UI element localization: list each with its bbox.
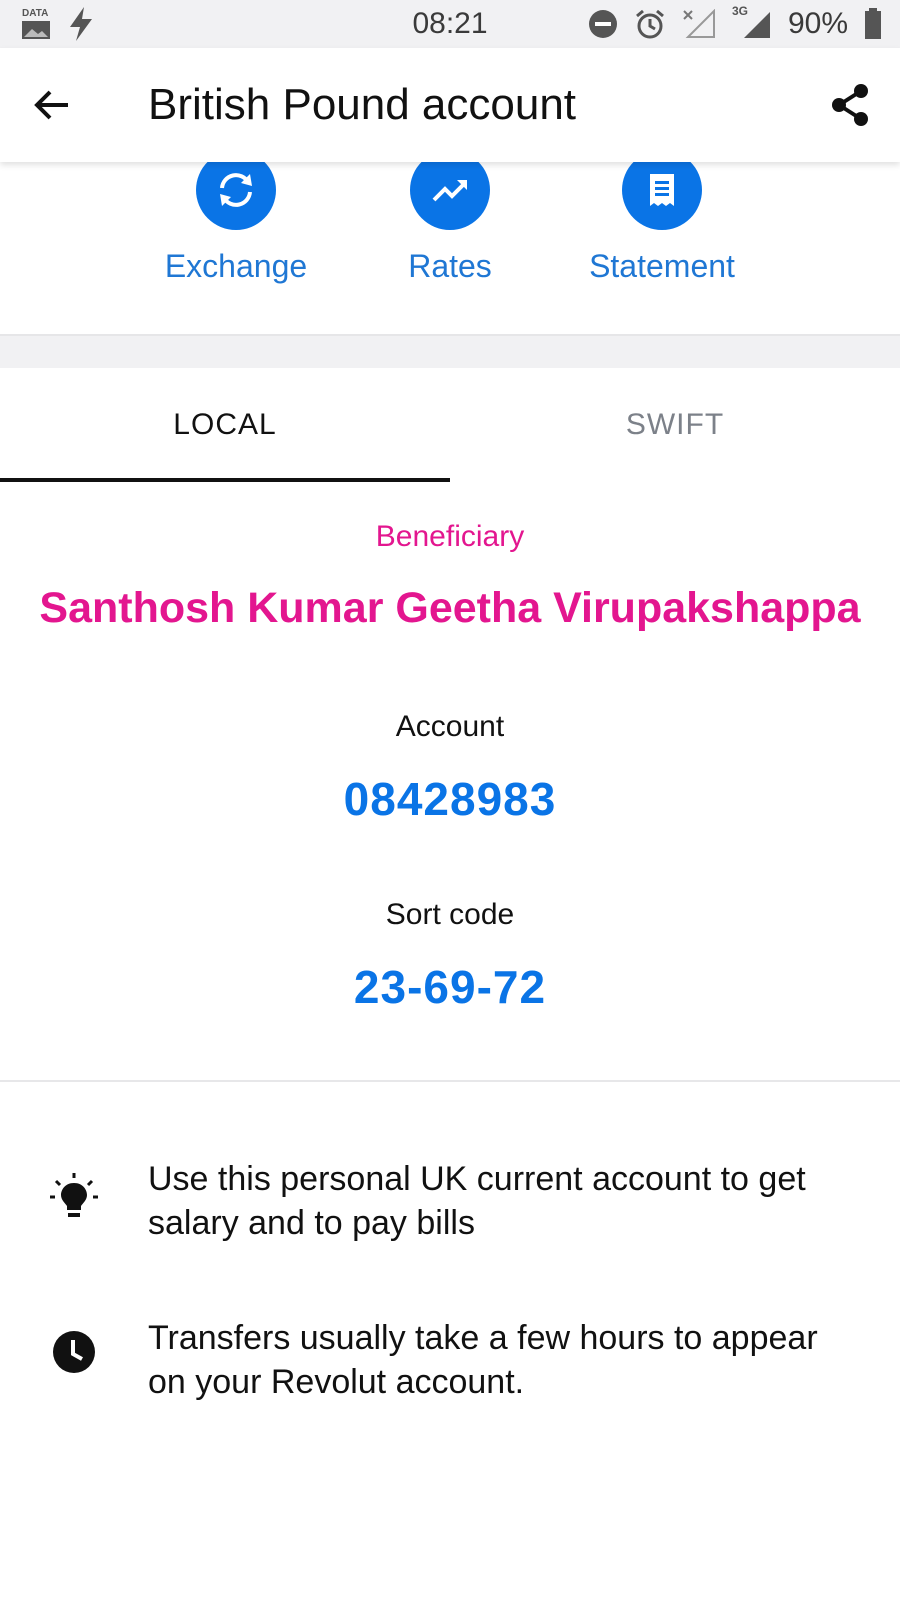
statement-icon: [650, 174, 674, 206]
section-separator: [0, 334, 900, 368]
exchange-circle: [196, 150, 276, 230]
signal-off-icon: [683, 9, 715, 38]
beneficiary-name[interactable]: Santhosh Kumar Geetha Virupakshappa: [0, 584, 900, 633]
dnd-icon: [588, 10, 617, 38]
sort-code-label: Sort code: [385, 898, 515, 931]
arrow-left-icon: [34, 90, 68, 120]
tab-swift[interactable]: SWIFT: [450, 368, 900, 482]
info-item: Transfers usually take a few hours to ap…: [0, 1316, 900, 1404]
page-title: British Pound account: [148, 80, 577, 129]
back-button[interactable]: [0, 48, 104, 162]
app-bar: British Pound account: [0, 48, 900, 162]
beneficiary-label: Beneficiary: [375, 520, 525, 553]
info-text: Transfers usually take a few hours to ap…: [148, 1319, 818, 1401]
rates-button[interactable]: Rates: [350, 150, 550, 285]
tab-local[interactable]: LOCAL: [0, 368, 450, 482]
status-bar: DATA 08:21 3G 90%: [0, 0, 900, 48]
battery-percent: 90%: [787, 7, 848, 40]
info-icon-wrap: [0, 1316, 148, 1374]
lightbulb-icon: [50, 1173, 98, 1217]
data-label: DATA: [22, 8, 49, 19]
clock-icon: [53, 1331, 95, 1373]
statement-circle: [622, 150, 702, 230]
tab-bar: LOCAL SWIFT: [0, 368, 900, 482]
trending-up-icon: [432, 180, 467, 202]
flash-icon: [70, 7, 92, 41]
data-indicator: DATA: [22, 9, 50, 39]
exchange-icon: [220, 173, 252, 207]
rates-label: Rates: [408, 248, 492, 284]
statement-label: Statement: [589, 248, 735, 284]
statement-button[interactable]: Statement: [562, 150, 762, 285]
account-number[interactable]: 08428983: [0, 772, 900, 826]
rates-circle: [410, 150, 490, 230]
quick-actions: Exchange Rates Statement: [0, 150, 900, 334]
share-icon: [832, 84, 868, 126]
share-button[interactable]: [800, 48, 900, 162]
signal-bars-icon: [743, 12, 770, 38]
info-icon-wrap: [0, 1157, 148, 1223]
divider: [0, 1080, 900, 1082]
signal-3g-icon: 3G: [732, 4, 772, 40]
account-label: Account: [395, 710, 505, 743]
exchange-button[interactable]: Exchange: [136, 150, 336, 285]
sort-code[interactable]: 23-69-72: [0, 960, 900, 1014]
alarm-icon: [635, 9, 664, 39]
info-item: Use this personal UK current account to …: [0, 1157, 900, 1245]
status-right: 3G 90%: [588, 4, 882, 41]
exchange-label: Exchange: [164, 248, 308, 284]
image-icon: [22, 21, 50, 39]
battery-icon: [865, 8, 881, 39]
status-left: DATA: [22, 7, 96, 41]
info-text: Use this personal UK current account to …: [148, 1160, 806, 1242]
